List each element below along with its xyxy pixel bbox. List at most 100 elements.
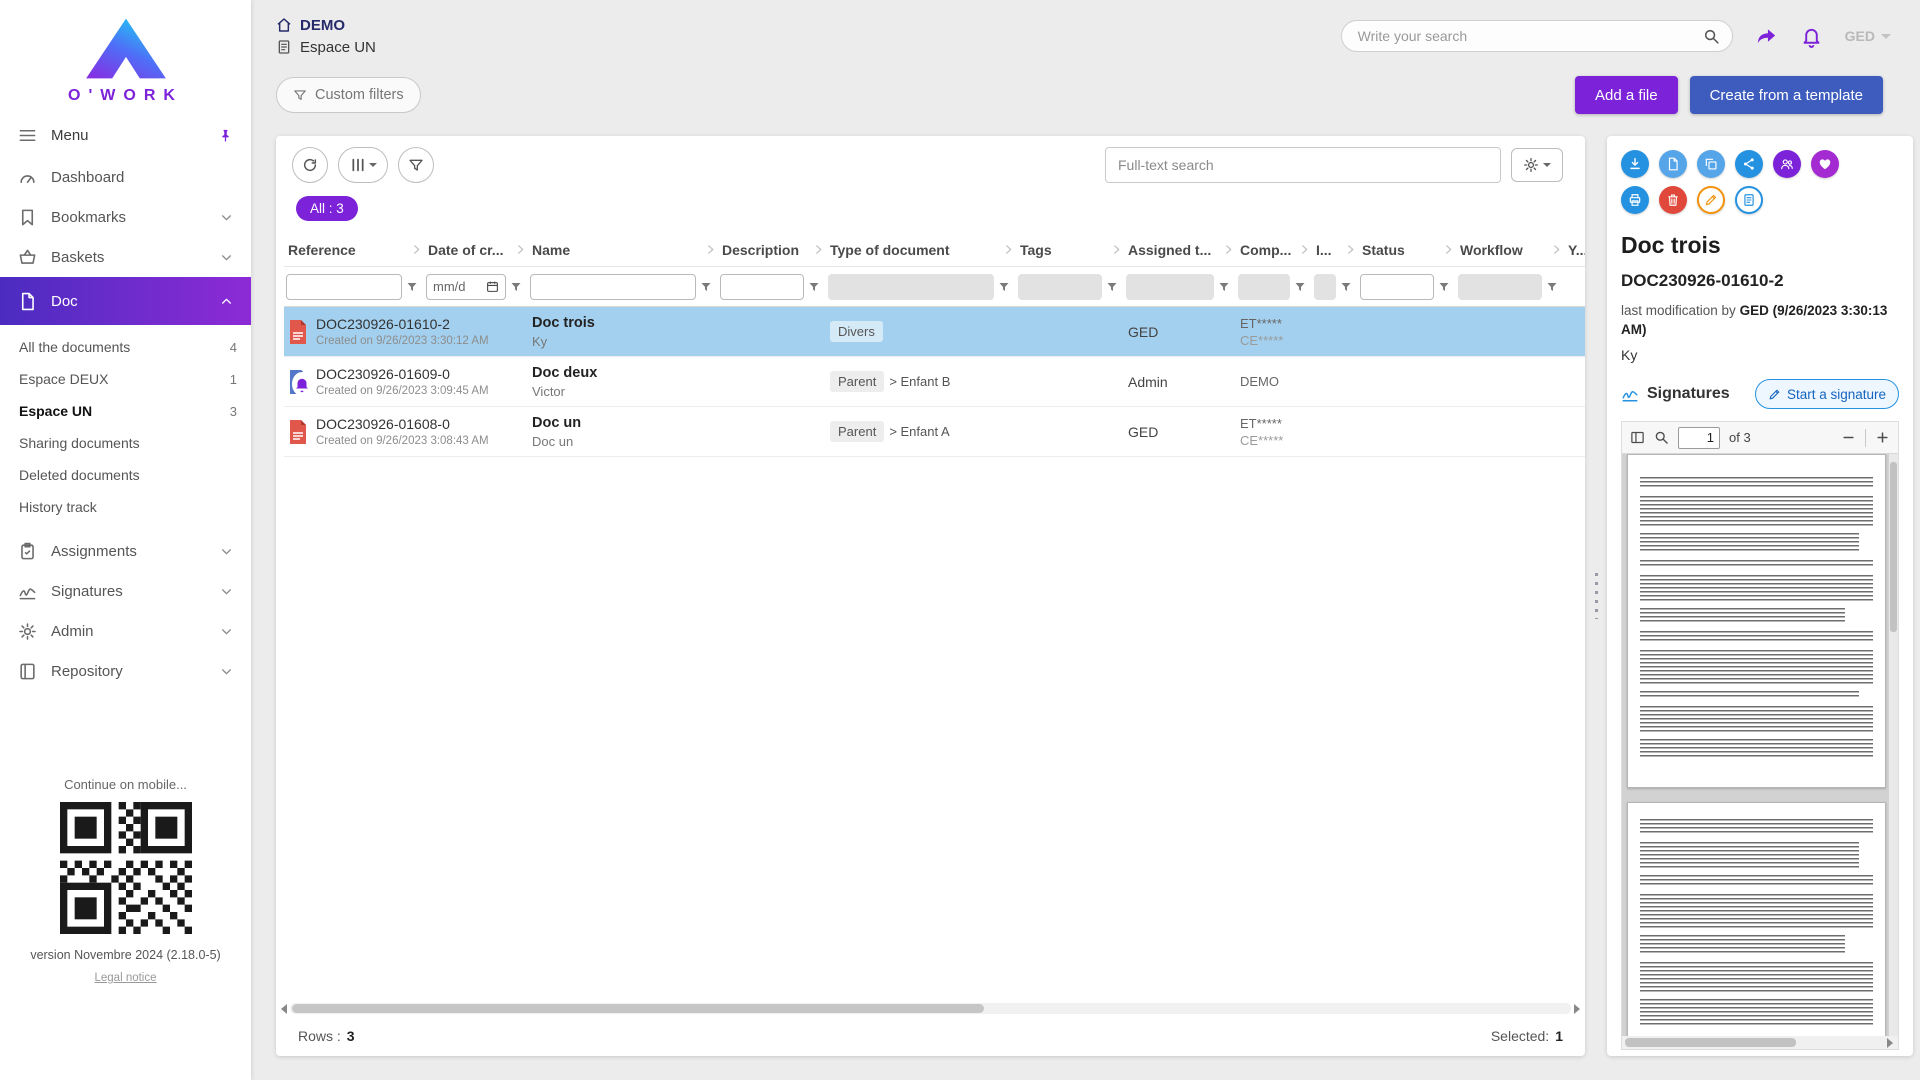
properties-button[interactable] — [1735, 186, 1763, 214]
filter-input-description[interactable] — [720, 274, 804, 300]
zoom-in-button[interactable] — [1875, 430, 1890, 445]
filter-select-workflow[interactable] — [1458, 274, 1542, 300]
sidebar-menu-toggle[interactable]: Menu — [0, 113, 251, 157]
sidebar-item-admin[interactable]: Admin — [0, 611, 251, 651]
export-file-button[interactable] — [1659, 150, 1687, 178]
chevron-right-icon[interactable] — [1345, 244, 1356, 255]
document-name[interactable]: Doc trois — [532, 315, 718, 331]
download-button[interactable] — [1621, 150, 1649, 178]
column-header-y[interactable]: Y... — [1564, 242, 1585, 258]
custom-filters-button[interactable]: Custom filters — [276, 77, 421, 113]
viewer-sidebar-toggle[interactable] — [1630, 430, 1645, 445]
scrollbar-track[interactable] — [290, 1003, 1571, 1014]
chevron-right-icon[interactable] — [813, 244, 824, 255]
table-row-doc-trois[interactable]: DOC230926-01610-2 Created on 9/26/2023 3… — [284, 307, 1585, 357]
column-header-assigned[interactable]: Assigned t... — [1124, 242, 1236, 258]
filter-select-tags[interactable] — [1018, 274, 1102, 300]
chevron-right-icon[interactable] — [411, 244, 422, 255]
calendar-icon[interactable] — [486, 280, 499, 293]
column-header-i[interactable]: I... — [1312, 242, 1358, 258]
panel-resize-handle[interactable] — [1585, 136, 1607, 1056]
filter-funnel-icon[interactable] — [1106, 281, 1118, 293]
sidebar-item-espace-un[interactable]: Espace UN 3 — [0, 395, 251, 427]
filter-select-i[interactable] — [1314, 274, 1336, 300]
notifications-button[interactable] — [1800, 25, 1823, 48]
viewer-horizontal-scrollbar[interactable] — [1622, 1036, 1898, 1049]
sidebar-item-repository[interactable]: Repository — [0, 651, 251, 691]
duplicate-button[interactable] — [1697, 150, 1725, 178]
chevron-right-icon[interactable] — [1299, 244, 1310, 255]
table-settings-button[interactable] — [1511, 148, 1563, 182]
print-button[interactable] — [1621, 186, 1649, 214]
filters-button[interactable] — [398, 147, 434, 183]
document-name[interactable]: Doc deux — [532, 365, 718, 381]
column-header-tags[interactable]: Tags — [1016, 242, 1124, 258]
scroll-left-icon[interactable] — [281, 1004, 287, 1014]
chevron-right-icon[interactable] — [1003, 244, 1014, 255]
sidebar-item-sharing-documents[interactable]: Sharing documents — [0, 427, 251, 459]
sidebar-item-history-track[interactable]: History track — [0, 491, 251, 523]
refresh-button[interactable] — [292, 147, 328, 183]
scroll-right-icon[interactable] — [1887, 1038, 1893, 1048]
scroll-right-icon[interactable] — [1574, 1004, 1580, 1014]
column-header-workflow[interactable]: Workflow — [1456, 242, 1564, 258]
column-header-date[interactable]: Date of cr... — [424, 242, 528, 258]
scrollbar-thumb[interactable] — [1890, 462, 1897, 632]
sidebar-item-bookmarks[interactable]: Bookmarks — [0, 197, 251, 237]
filter-select-assigned[interactable] — [1126, 274, 1214, 300]
table-row-doc-deux[interactable]: DOC230926-01609-0 Created on 9/26/2023 3… — [284, 357, 1585, 407]
document-reference[interactable]: DOC230926-01608-0 — [316, 416, 489, 432]
filter-chip-all[interactable]: All : 3 — [296, 196, 358, 221]
sidebar-item-doc[interactable]: Doc — [0, 277, 251, 325]
document-name[interactable]: Doc un — [532, 415, 718, 431]
chevron-right-icon[interactable] — [515, 244, 526, 255]
filter-select-type[interactable] — [828, 274, 994, 300]
edit-button[interactable] — [1697, 186, 1725, 214]
chevron-right-icon[interactable] — [1551, 244, 1562, 255]
add-file-button[interactable]: Add a file — [1575, 76, 1678, 114]
chevron-right-icon[interactable] — [1111, 244, 1122, 255]
column-header-company[interactable]: Comp... — [1236, 242, 1312, 258]
viewer-search-button[interactable] — [1654, 430, 1669, 445]
chevron-right-icon[interactable] — [1223, 244, 1234, 255]
scrollbar-thumb[interactable] — [1625, 1038, 1796, 1047]
filter-date-input[interactable]: mm/d — [426, 274, 506, 300]
sidebar-item-espace-deux[interactable]: Espace DEUX 1 — [0, 363, 251, 395]
fulltext-search-input[interactable] — [1105, 147, 1501, 183]
filter-select-company[interactable] — [1238, 274, 1290, 300]
filter-input-name[interactable] — [530, 274, 696, 300]
table-row-doc-un[interactable]: DOC230926-01608-0 Created on 9/26/2023 3… — [284, 407, 1585, 457]
columns-button[interactable] — [338, 147, 388, 183]
pin-icon[interactable] — [218, 128, 233, 143]
filter-funnel-icon[interactable] — [1438, 281, 1450, 293]
filter-funnel-icon[interactable] — [998, 281, 1010, 293]
filter-input-status[interactable] — [1360, 274, 1434, 300]
delete-button[interactable] — [1659, 186, 1687, 214]
filter-funnel-icon[interactable] — [510, 281, 522, 293]
sidebar-item-assignments[interactable]: Assignments — [0, 531, 251, 571]
sidebar-item-signatures[interactable]: Signatures — [0, 571, 251, 611]
filter-funnel-icon[interactable] — [808, 281, 820, 293]
space-breadcrumb[interactable]: Espace UN — [276, 39, 376, 56]
horizontal-scrollbar[interactable] — [278, 1001, 1583, 1016]
filter-funnel-icon[interactable] — [1218, 281, 1230, 293]
create-from-template-button[interactable]: Create from a template — [1690, 76, 1883, 114]
filter-funnel-icon[interactable] — [406, 281, 418, 293]
filter-funnel-icon[interactable] — [700, 281, 712, 293]
sidebar-item-deleted-documents[interactable]: Deleted documents — [0, 459, 251, 491]
filter-funnel-icon[interactable] — [1340, 281, 1352, 293]
sidebar-item-dashboard[interactable]: Dashboard — [0, 157, 251, 197]
legal-notice-link[interactable]: Legal notice — [0, 972, 251, 984]
column-header-status[interactable]: Status — [1358, 242, 1456, 258]
permissions-button[interactable] — [1773, 150, 1801, 178]
column-header-reference[interactable]: Reference — [284, 242, 424, 258]
user-menu[interactable]: GED — [1845, 28, 1891, 44]
global-search[interactable] — [1341, 20, 1733, 52]
workspace-breadcrumb[interactable]: DEMO — [276, 17, 376, 34]
chevron-right-icon[interactable] — [1443, 244, 1454, 255]
filter-funnel-icon[interactable] — [1546, 281, 1558, 293]
search-icon[interactable] — [1703, 28, 1720, 45]
column-header-type[interactable]: Type of document — [826, 242, 1016, 258]
share-document-button[interactable] — [1735, 150, 1763, 178]
chevron-right-icon[interactable] — [705, 244, 716, 255]
